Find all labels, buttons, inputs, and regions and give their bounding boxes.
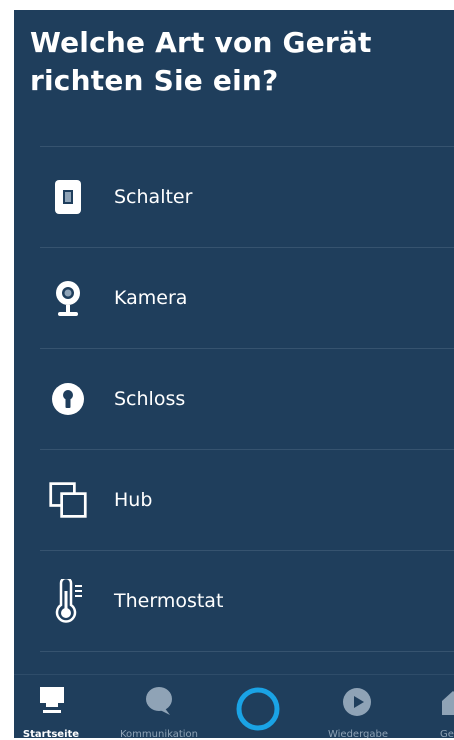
hub-icon [48,478,88,522]
list-divider [40,651,454,652]
frame-top [0,0,454,10]
devices-icon [440,689,454,721]
device-type-thermostat[interactable]: Thermostat [40,551,454,651]
device-type-label: Schalter [114,186,193,208]
alexa-ring-icon [234,685,282,737]
nav-play-label: Wiedergabe [327,729,388,738]
nav-home[interactable]: Startseite [14,675,88,738]
device-type-list: Schalter Kamera Schloss Hub Thermostat [40,146,454,652]
play-icon [342,687,372,721]
device-type-lock[interactable]: Schloss [40,349,454,449]
frame-left [0,0,14,740]
nav-home-label: Startseite [22,729,80,738]
nav-play[interactable]: Wiedergabe [314,675,402,738]
camera-icon [48,276,88,320]
device-type-switch[interactable]: Schalter [40,147,454,247]
chat-bubble-icon [144,685,174,721]
nav-alexa[interactable] [228,675,288,738]
nav-devices-label: Ge [440,729,454,738]
bottom-navigation: Startseite Kommunikation Wiedergabe Ge [14,674,454,738]
device-type-label: Kamera [114,287,188,309]
page-title: Welche Art von Gerät richten Sie ein? [30,26,372,97]
device-type-label: Schloss [114,388,186,410]
app-screen: Welche Art von Gerät richten Sie ein? Sc… [14,10,454,738]
device-type-label: Thermostat [114,590,224,612]
nav-communication-label: Kommunikation [119,729,198,738]
device-type-camera[interactable]: Kamera [40,248,454,348]
thermostat-icon [48,579,88,623]
device-type-label: Hub [114,489,153,511]
home-icon [39,685,65,721]
switch-icon [48,175,88,219]
lock-icon [48,377,88,421]
nav-devices[interactable]: Ge [426,675,454,738]
nav-communication[interactable]: Kommunikation [106,675,212,738]
device-type-hub[interactable]: Hub [40,450,454,550]
